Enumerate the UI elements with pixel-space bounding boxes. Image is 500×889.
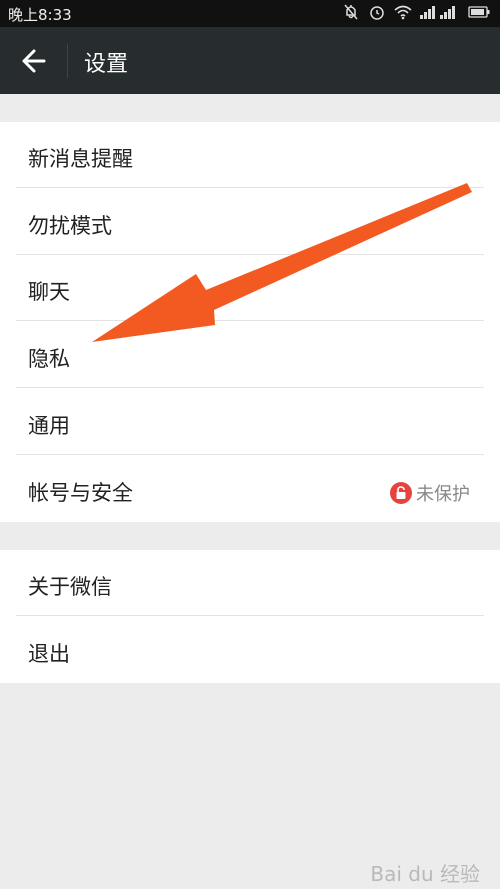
appbar-divider: [67, 44, 68, 78]
lock-icon: [390, 482, 412, 504]
security-status-text: 未保护: [416, 484, 470, 505]
app-bar: 设置: [0, 27, 500, 94]
back-button[interactable]: [14, 44, 54, 78]
menu-item-label: 帐号与安全: [28, 481, 133, 505]
wifi-icon: [394, 5, 412, 20]
menu-item-label: 勿扰模式: [28, 214, 112, 238]
menu-item-label: 退出: [28, 642, 70, 666]
page-title: 设置: [84, 52, 129, 77]
status-bar: 晚上8:33: [0, 0, 500, 27]
menu-item-general[interactable]: 通用: [0, 389, 500, 455]
menu-item-label: 关于微信: [28, 575, 112, 599]
menu-item-privacy[interactable]: 隐私: [0, 322, 500, 388]
menu-item-new-message-alert[interactable]: 新消息提醒: [0, 122, 500, 188]
mute-icon: [344, 4, 358, 20]
battery-icon: [468, 6, 490, 18]
divider: [16, 454, 484, 455]
menu-item-about-wechat[interactable]: 关于微信: [0, 550, 500, 616]
divider: [16, 387, 484, 388]
menu-item-label: 隐私: [28, 347, 70, 371]
menu-item-chat[interactable]: 聊天: [0, 255, 500, 321]
menu-item-label: 通用: [28, 414, 70, 438]
settings-group-main: 新消息提醒 勿扰模式 聊天 隐私 通用 帐号与安全 未保护: [0, 122, 500, 522]
menu-item-account-security[interactable]: 帐号与安全 未保护: [0, 456, 500, 522]
menu-item-logout[interactable]: 退出: [0, 617, 500, 683]
status-icons: [342, 3, 490, 21]
settings-group-secondary: 关于微信 退出: [0, 550, 500, 683]
security-status-badge: 未保护: [390, 480, 470, 506]
divider: [16, 187, 484, 188]
signal-icon: [420, 6, 455, 19]
divider: [16, 615, 484, 616]
divider: [16, 320, 484, 321]
status-time: 晚上8:33: [8, 6, 72, 24]
alarm-icon: [370, 6, 384, 20]
back-arrow-icon: [22, 49, 46, 73]
watermark-logo: Bai du 经验: [370, 862, 480, 886]
menu-item-label: 新消息提醒: [28, 147, 133, 171]
menu-item-label: 聊天: [28, 280, 70, 304]
menu-item-do-not-disturb[interactable]: 勿扰模式: [0, 189, 500, 255]
